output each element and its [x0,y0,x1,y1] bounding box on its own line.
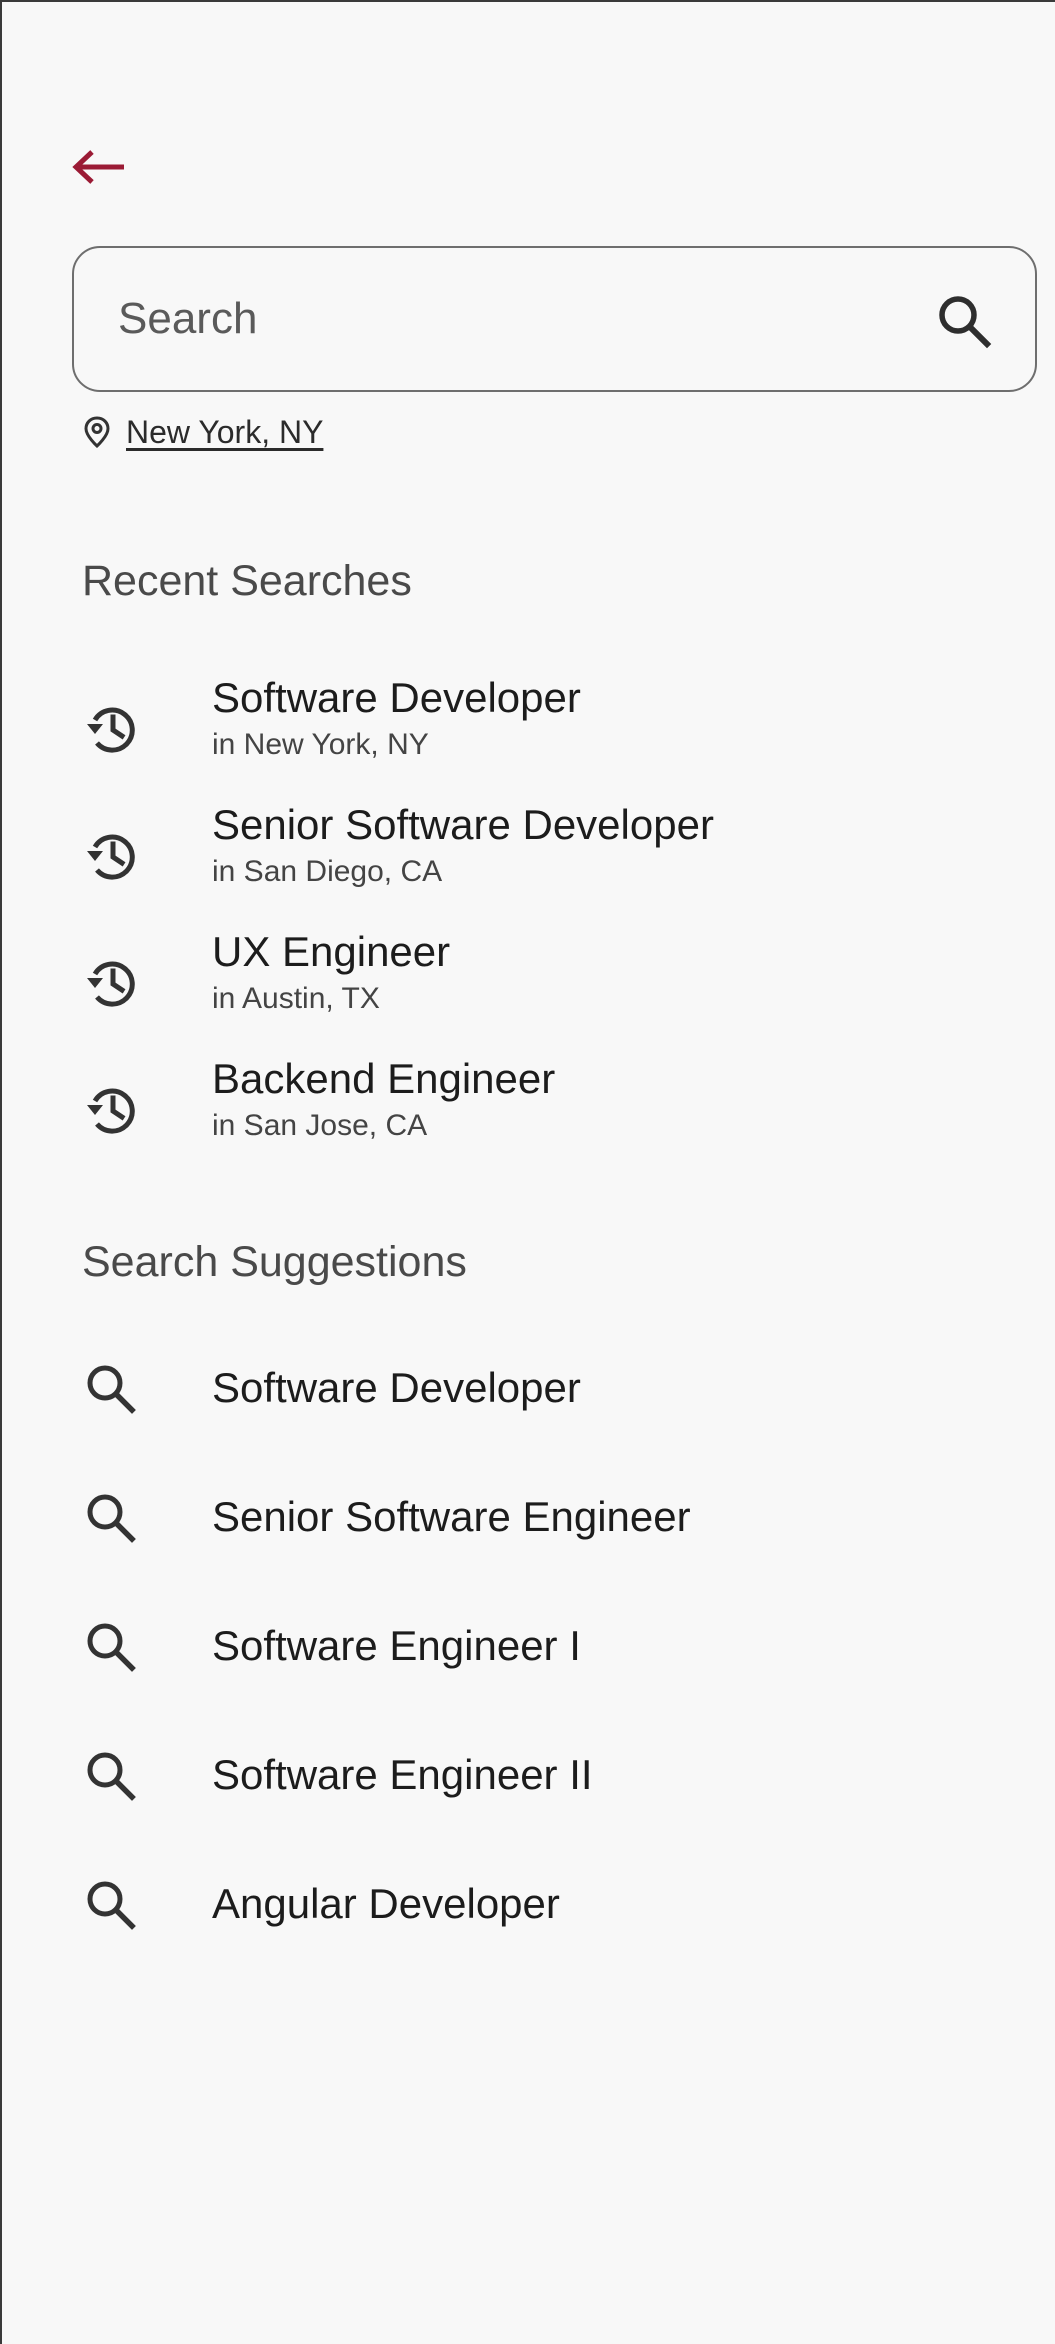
suggestion-label: Senior Software Engineer [212,1493,691,1540]
suggestion-item[interactable]: Software Engineer I [72,1590,1032,1700]
recent-search-item[interactable]: UX Engineer in Austin, TX [72,924,1032,1042]
search-icon [87,1494,136,1543]
history-icon [87,707,135,753]
search-button[interactable] [935,292,993,350]
suggestion-item[interactable]: Software Engineer II [72,1719,1032,1829]
back-button[interactable] [72,132,152,202]
suggestion-label: Software Developer [212,1364,581,1411]
arrow-left-icon [72,150,124,184]
search-input[interactable] [118,248,918,390]
recent-search-item[interactable]: Software Developer in New York, NY [72,670,1032,788]
location-selector: New York, NY [80,410,323,454]
suggestion-label: Software Engineer II [212,1751,593,1798]
history-icon [87,1088,135,1134]
map-pin-icon [84,416,110,449]
screen: New York, NY Recent Searches Software De… [0,0,1055,2344]
history-icon [87,834,135,880]
recent-search-location: in San Diego, CA [212,855,443,888]
suggestion-item[interactable]: Software Developer [72,1332,1032,1442]
search-box [72,246,1037,392]
search-icon [939,296,992,349]
recent-searches-heading: Recent Searches [82,557,412,605]
search-suggestions-heading: Search Suggestions [82,1238,467,1286]
suggestion-label: Angular Developer [212,1880,560,1927]
recent-search-location: in San Jose, CA [212,1109,428,1142]
suggestion-item[interactable]: Angular Developer [72,1848,1032,1958]
recent-search-title: Backend Engineer [212,1055,556,1102]
search-icon [87,1881,136,1930]
suggestion-label: Software Engineer I [212,1622,581,1669]
location-link[interactable]: New York, NY [126,414,323,451]
search-icon [87,1623,136,1672]
recent-search-title: UX Engineer [212,928,451,975]
recent-search-location: in Austin, TX [212,982,380,1015]
recent-search-item[interactable]: Backend Engineer in San Jose, CA [72,1051,1032,1169]
search-icon [87,1365,136,1414]
recent-search-item[interactable]: Senior Software Developer in San Diego, … [72,797,1032,915]
history-icon [87,961,135,1007]
recent-search-title: Software Developer [212,674,581,721]
recent-search-location: in New York, NY [212,728,429,761]
suggestion-item[interactable]: Senior Software Engineer [72,1461,1032,1571]
search-icon [87,1752,136,1801]
recent-search-title: Senior Software Developer [212,801,714,848]
